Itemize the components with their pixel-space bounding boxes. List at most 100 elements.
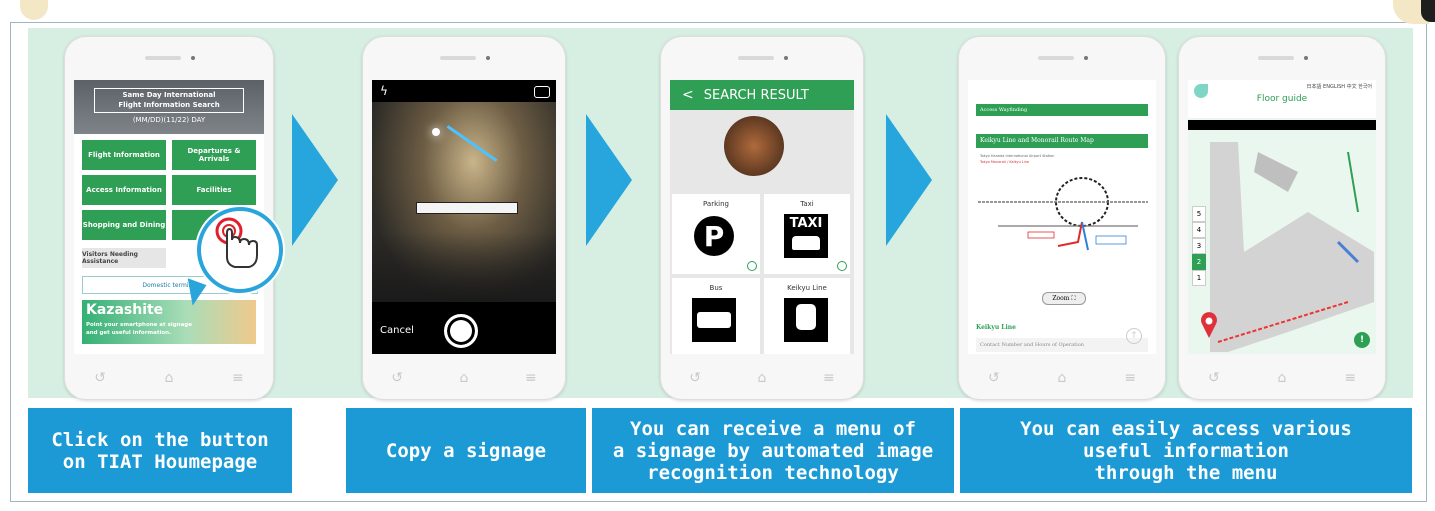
speaker [1258, 56, 1294, 60]
tap-hand-icon [215, 217, 258, 268]
menu-icon[interactable]: ≡ [1344, 370, 1356, 386]
camera-dot [1304, 56, 1308, 60]
caption-step-2-text: Copy a signage [385, 439, 547, 462]
parking-icon: P [694, 216, 734, 256]
search-result-screen: < SEARCH RESULT Parking P Taxi TAXI Bus … [670, 80, 854, 354]
camera-dot [191, 56, 195, 60]
home-icon[interactable]: ⌂ [460, 370, 469, 386]
caption-step-4-text: You can easily access various useful inf… [1020, 417, 1352, 484]
android-nav-bar: ↺ ⌂ ≡ [65, 366, 273, 390]
route-map-label: Keikyu Line and Monorail Route Map [980, 137, 1094, 144]
blue-light-strip [446, 125, 498, 162]
flight-search-box[interactable]: Same Day International Flight Informatio… [94, 88, 244, 113]
corner-shape-right [1421, 0, 1435, 22]
tap-callout-bubble [197, 207, 283, 293]
cancel-button[interactable]: Cancel [380, 325, 414, 336]
access-information-button[interactable]: Access Information [82, 175, 166, 205]
speaker [440, 56, 476, 60]
speaker [738, 56, 774, 60]
menu-icon[interactable]: ≡ [232, 370, 244, 386]
menu-icon[interactable]: ≡ [823, 370, 835, 386]
phone-route-map: Access Wayfinding Keikyu Line and Monora… [958, 36, 1166, 400]
home-icon[interactable]: ⌂ [1278, 370, 1287, 386]
home-icon[interactable]: ⌂ [165, 370, 174, 386]
phone-camera: ϟ Cancel ↺ ⌂ ≡ [362, 36, 566, 400]
tile-keikyu-line[interactable]: Keikyu Line [764, 278, 850, 354]
route-map-screen: Access Wayfinding Keikyu Line and Monora… [968, 80, 1156, 354]
flight-information-button[interactable]: Flight Information [82, 140, 166, 170]
tile-keikyu-label: Keikyu Line [787, 284, 827, 292]
caption-step-4: You can easily access various useful inf… [960, 408, 1412, 493]
back-chevron-icon[interactable]: < [682, 87, 694, 103]
search-result-header: < SEARCH RESULT [670, 80, 854, 110]
scroll-top-icon[interactable]: ↑ [1126, 328, 1142, 344]
access-wayfinding-bar[interactable]: Access Wayfinding [976, 104, 1148, 116]
caption-step-1-text: Click on the button on TIAT Houmepage [51, 428, 269, 473]
tile-taxi[interactable]: Taxi TAXI [764, 194, 850, 274]
info-button[interactable]: ! [1354, 332, 1370, 348]
tile-arrow-icon [837, 261, 847, 271]
visitors-assistance-button[interactable]: Visitors Needing Assistance [82, 248, 166, 268]
flash-icon[interactable]: ϟ [380, 84, 388, 98]
flight-search-line1: Same Day International [122, 91, 216, 99]
location-pin-icon[interactable] [1200, 312, 1218, 338]
step-arrow-2 [586, 114, 632, 246]
back-icon[interactable]: ↺ [1208, 370, 1220, 386]
step-arrow-3 [886, 114, 932, 246]
step-arrow-1 [292, 114, 338, 246]
speaker [1038, 56, 1074, 60]
kazashite-title: Kazashite [86, 302, 164, 318]
floor-guide-title: Floor guide [1256, 94, 1308, 104]
facilities-button[interactable]: Facilities [172, 175, 256, 205]
tile-bus[interactable]: Bus [672, 278, 760, 354]
taxi-icon: TAXI [784, 214, 828, 258]
camera-dot [784, 56, 788, 60]
captured-image-thumb [724, 116, 784, 176]
caption-step-1: Click on the button on TIAT Houmepage [28, 408, 292, 493]
camera-viewfinder [372, 102, 556, 302]
back-icon[interactable]: ↺ [391, 370, 403, 386]
speaker [145, 56, 181, 60]
zoom-label: Zoom [1052, 295, 1070, 302]
home-icon[interactable]: ⌂ [758, 370, 767, 386]
switch-camera-icon[interactable] [534, 86, 550, 98]
android-nav-bar: ↺ ⌂ ≡ [363, 366, 565, 390]
back-icon[interactable]: ↺ [689, 370, 701, 386]
caption-step-2: Copy a signage [346, 408, 586, 493]
camera-dot [486, 56, 490, 60]
zoom-button[interactable]: Zoom ⛶ [1042, 292, 1086, 305]
train-body [796, 304, 816, 330]
shopping-dining-button[interactable]: Shopping and Dining [82, 210, 166, 240]
language-links[interactable]: 日本語 ENGLISH 中文 한국어 [1306, 83, 1372, 90]
kazashite-line1: Point your smartphone at signage [86, 322, 192, 328]
android-nav-bar: ↺ ⌂ ≡ [1179, 366, 1385, 390]
menu-icon[interactable]: ≡ [525, 370, 537, 386]
home-icon[interactable]: ⌂ [1058, 370, 1067, 386]
map-legend-2: Tokyo Monorail / Keikyu Line [980, 160, 1030, 164]
taxi-car-shape [792, 236, 820, 250]
search-result-title: SEARCH RESULT [703, 87, 809, 103]
contact-hours-row[interactable]: Contact Number and Hours of Operation [976, 338, 1148, 352]
kazashite-banner[interactable]: Kazashite Point your smartphone at signa… [82, 300, 256, 344]
bus-icon [692, 298, 736, 342]
access-wayfinding-label: Access Wayfinding [980, 107, 1028, 113]
back-icon[interactable]: ↺ [988, 370, 1000, 386]
kazashite-line2: and get useful information. [86, 330, 172, 336]
ceiling-light [432, 128, 440, 136]
departures-arrivals-button[interactable]: Departures & Arrivals [172, 140, 256, 170]
tile-parking[interactable]: Parking P [672, 194, 760, 274]
flight-date: (MM/DD)(11/22) DAY [132, 116, 206, 124]
floor-map-top-strip [1188, 120, 1376, 130]
train-icon [784, 298, 828, 342]
route-map-bar[interactable]: Keikyu Line and Monorail Route Map [976, 134, 1148, 148]
android-nav-bar: ↺ ⌂ ≡ [661, 366, 863, 390]
contact-hours-label: Contact Number and Hours of Operation [980, 342, 1084, 348]
tile-parking-label: Parking [703, 200, 729, 208]
shutter-button[interactable] [444, 314, 478, 348]
floor-guide-header: 日本語 ENGLISH 中文 한국어 Floor guide [1188, 80, 1376, 118]
phone-homepage: Same Day International Flight Informatio… [64, 36, 283, 400]
corner-ornament-left [20, 0, 48, 20]
menu-icon[interactable]: ≡ [1124, 370, 1136, 386]
back-icon[interactable]: ↺ [94, 370, 106, 386]
flight-search-line2: Flight Information Search [118, 101, 220, 109]
